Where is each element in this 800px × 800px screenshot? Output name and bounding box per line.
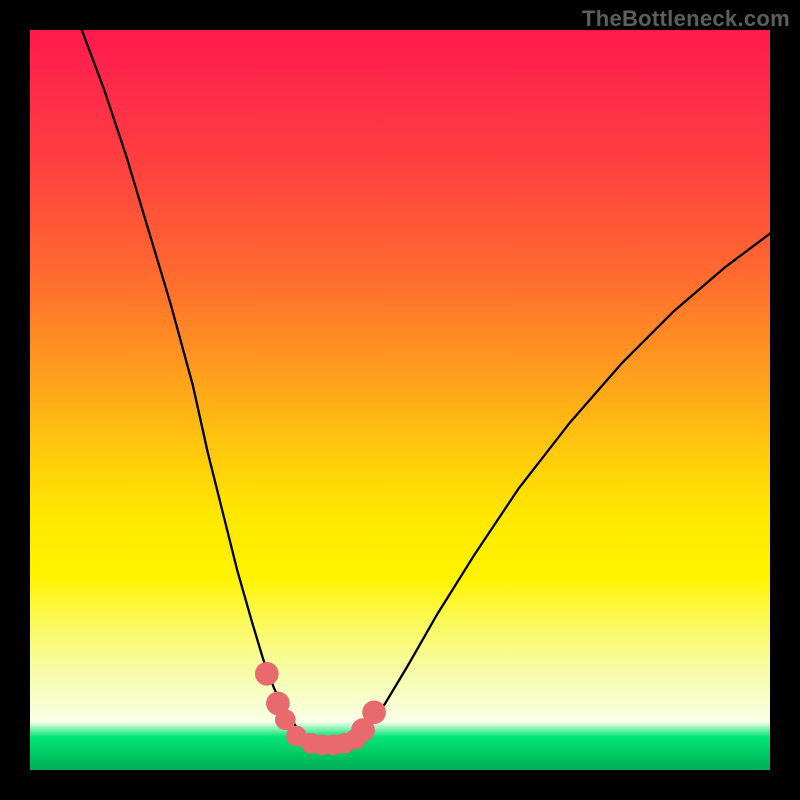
highlight-markers	[255, 662, 386, 755]
right-curve	[359, 234, 770, 737]
left-curve	[82, 30, 308, 739]
highlight-dot	[362, 700, 386, 724]
curve-layer	[30, 30, 770, 770]
chart-stage: TheBottleneck.com	[0, 0, 800, 800]
watermark-text: TheBottleneck.com	[582, 6, 790, 32]
highlight-dot	[255, 662, 279, 686]
plot-area	[30, 30, 770, 770]
